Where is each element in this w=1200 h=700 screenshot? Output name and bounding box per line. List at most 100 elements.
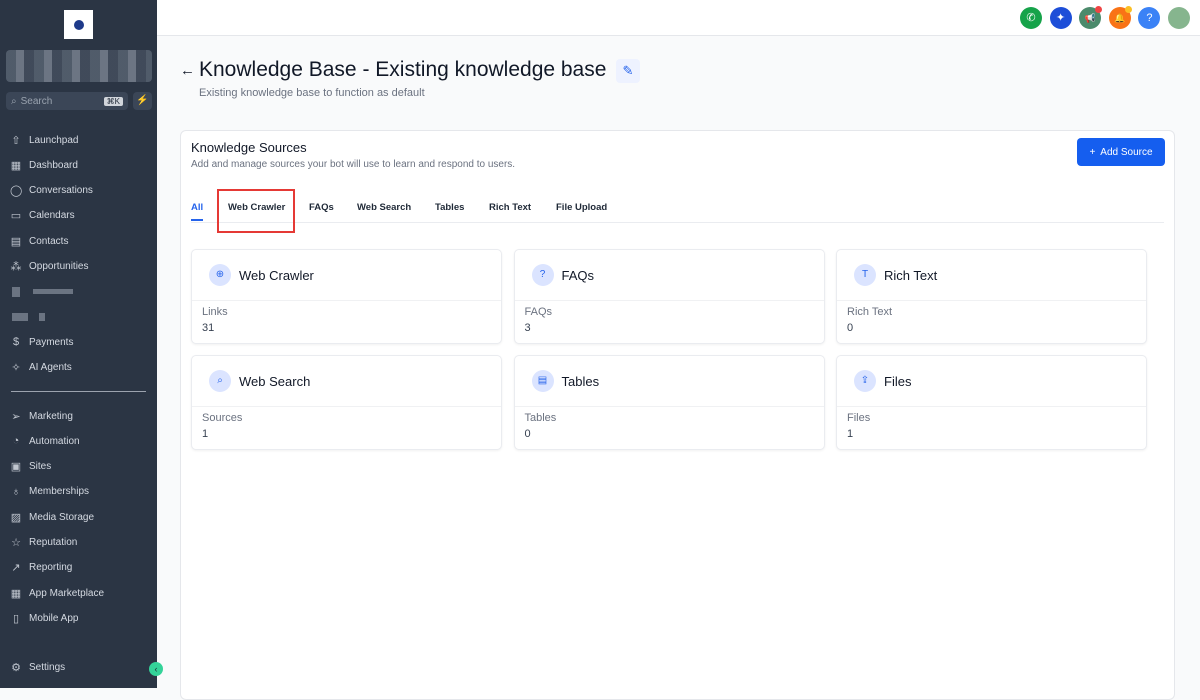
shortcut-badge: ⌘K bbox=[103, 96, 123, 106]
sidebar-item-conversations[interactable]: ◯ Conversations bbox=[10, 183, 93, 199]
tab-rich-text[interactable]: Rich Text bbox=[489, 202, 531, 213]
top-bar: ✆ ✦ 📢 🔔? bbox=[157, 0, 1200, 36]
sidebar-item-marketing[interactable]: ➢ Marketing bbox=[10, 408, 73, 424]
tile-title: Web Search bbox=[239, 373, 311, 389]
mobile-icon: ▯ bbox=[12, 612, 20, 625]
sidebar-item-launchpad[interactable]: ⇧ Launchpad bbox=[10, 132, 78, 148]
bell-button[interactable]: 🔔 bbox=[1108, 6, 1132, 29]
collapse-sidebar-button[interactable]: ‹ bbox=[149, 662, 163, 676]
tile-count: 0 bbox=[847, 322, 854, 334]
tile-count: 31 bbox=[202, 322, 215, 334]
sidebar-divider bbox=[11, 391, 146, 392]
sites-icon: ▣ bbox=[10, 461, 22, 474]
calendar-icon: ▭ bbox=[10, 210, 22, 223]
sidebar-item-payments[interactable]: $ Payments bbox=[10, 334, 74, 350]
source-tile-files[interactable]: ⇪ Files Files 1 bbox=[836, 355, 1147, 450]
quick-action-button[interactable]: ⚡ bbox=[133, 92, 152, 110]
sidebar-item-sites[interactable]: ▣ Sites bbox=[10, 459, 51, 475]
search-icon: ⌕ bbox=[209, 370, 231, 392]
knowledge-sources-card: Knowledge Sources Add and manage sources… bbox=[180, 130, 1175, 700]
redacted-item[interactable] bbox=[39, 313, 45, 321]
sidebar-item-reputation[interactable]: ☆ Reputation bbox=[10, 535, 77, 551]
contacts-icon: ▤ bbox=[10, 235, 22, 248]
sidebar-item-app-marketplace[interactable]: ▦ App Marketplace bbox=[10, 585, 104, 601]
source-tile-tables[interactable]: ▤ Tables Tables 0 bbox=[513, 355, 825, 450]
tile-label: Tables bbox=[524, 412, 557, 424]
notification-dot bbox=[1124, 6, 1132, 13]
redacted-icon bbox=[12, 287, 20, 297]
phone-button[interactable]: ✆ bbox=[1020, 7, 1042, 29]
tile-header: ⌕ Web Search bbox=[192, 356, 501, 407]
source-tile-web-crawler[interactable]: ⊕ Web Crawler Links 31 bbox=[191, 249, 502, 344]
sidebar-item-dashboard[interactable]: ▦ Dashboard bbox=[10, 157, 78, 173]
page-title: Knowledge Base - Existing knowledge base bbox=[199, 58, 607, 81]
redacted-item[interactable] bbox=[33, 289, 73, 294]
tile-count: 3 bbox=[524, 322, 531, 334]
trend-icon: ↗ bbox=[11, 562, 21, 575]
tab-tables[interactable]: Tables bbox=[435, 202, 464, 213]
tile-header: ▤ Tables bbox=[514, 356, 824, 407]
tile-title: Rich Text bbox=[884, 267, 938, 283]
tile-label: Files bbox=[847, 412, 871, 424]
globe-icon: ⊕ bbox=[209, 264, 231, 286]
sidebar-item-automation[interactable]: ◔ Automation bbox=[10, 433, 80, 449]
back-arrow-icon[interactable]: ← bbox=[180, 62, 195, 79]
source-tile-faqs[interactable]: ? FAQs FAQs 3 bbox=[513, 249, 825, 344]
sparkles-icon: ✦ bbox=[1055, 12, 1066, 24]
avatar[interactable] bbox=[1168, 7, 1190, 29]
tile-header: ⇪ Files bbox=[837, 356, 1146, 407]
dashboard-icon: ▦ bbox=[10, 159, 22, 172]
tile-label: Rich Text bbox=[847, 306, 893, 318]
source-tile-rich-text[interactable]: T Rich Text Rich Text 0 bbox=[836, 249, 1147, 344]
text-icon: T bbox=[854, 264, 876, 286]
phone-icon: ✆ bbox=[1026, 12, 1036, 24]
award-icon: ♁ bbox=[11, 485, 21, 498]
sidebar-item-contacts[interactable]: ▤ Contacts bbox=[10, 233, 69, 249]
automation-icon: ◔ bbox=[12, 435, 20, 448]
bell-icon: 🔔 bbox=[1114, 13, 1126, 23]
sidebar-item-settings[interactable]: ⚙ Settings bbox=[10, 659, 65, 675]
tile-count: 1 bbox=[202, 428, 209, 440]
search-icon: ⌕ bbox=[11, 95, 17, 107]
source-tile-web-search[interactable]: ⌕ Web Search Sources 1 bbox=[191, 355, 502, 450]
tile-count: 1 bbox=[847, 428, 854, 440]
upload-icon: ⇪ bbox=[854, 370, 876, 392]
sparkle-icon: ✧ bbox=[11, 361, 21, 374]
sidebar-item-calendars[interactable]: ▭ Calendars bbox=[10, 208, 75, 224]
tab-all[interactable]: All bbox=[191, 202, 204, 221]
sidebar-item-media-storage[interactable]: ▨ Media Storage bbox=[10, 509, 94, 525]
image-icon: ▨ bbox=[10, 511, 22, 524]
tab-web-search[interactable]: Web Search bbox=[357, 202, 411, 213]
tile-title: FAQs bbox=[561, 267, 595, 283]
highlight-box bbox=[217, 189, 295, 233]
edit-pencil-icon[interactable]: ✎ bbox=[616, 59, 640, 83]
sparkles-button[interactable]: ✦ bbox=[1049, 7, 1072, 29]
sidebar-item-mobile-app[interactable]: ▯ Mobile App bbox=[10, 610, 79, 626]
tile-label: Sources bbox=[202, 412, 243, 424]
company-logo[interactable] bbox=[64, 10, 93, 39]
send-icon: ➢ bbox=[11, 410, 21, 423]
tile-label: Links bbox=[202, 306, 228, 318]
search-input[interactable]: ⌕ Search ⌘K bbox=[6, 92, 128, 110]
tile-title: Web Crawler bbox=[239, 267, 314, 283]
tile-count: 0 bbox=[524, 428, 531, 440]
sidebar-item-ai-agents[interactable]: ✧ AI Agents bbox=[10, 359, 71, 375]
tile-header: T Rich Text bbox=[837, 250, 1146, 301]
help-icon: ? bbox=[1146, 12, 1153, 24]
account-switcher[interactable] bbox=[6, 50, 152, 82]
megaphone-button[interactable]: 📢 bbox=[1079, 6, 1103, 29]
tab-file-upload[interactable]: File Upload bbox=[556, 202, 607, 213]
add-source-button[interactable]: + Add Source bbox=[1077, 138, 1165, 166]
tab-faqs[interactable]: FAQs bbox=[309, 202, 334, 213]
plus-icon: + bbox=[1089, 146, 1096, 158]
source-tabs: All Web Crawler FAQs Web Search Tables Rich T… bbox=[191, 191, 1164, 223]
sidebar-item-memberships[interactable]: ♁ Memberships bbox=[10, 484, 89, 500]
redacted-icon bbox=[12, 313, 28, 321]
help-button[interactable]: ? bbox=[1138, 7, 1161, 29]
sidebar-item-reporting[interactable]: ↗ Reporting bbox=[10, 560, 72, 576]
section-title: Knowledge Sources bbox=[191, 140, 307, 155]
sidebar: ⌕ Search ⌘K ⚡ ⇧ Launchpad ▦ Dashboard ◯ Convers… bbox=[0, 0, 163, 688]
sidebar-item-opportunities[interactable]: ⁂ Opportunities bbox=[10, 259, 89, 275]
gear-icon: ⚙ bbox=[11, 661, 21, 674]
notification-dot bbox=[1095, 6, 1103, 13]
